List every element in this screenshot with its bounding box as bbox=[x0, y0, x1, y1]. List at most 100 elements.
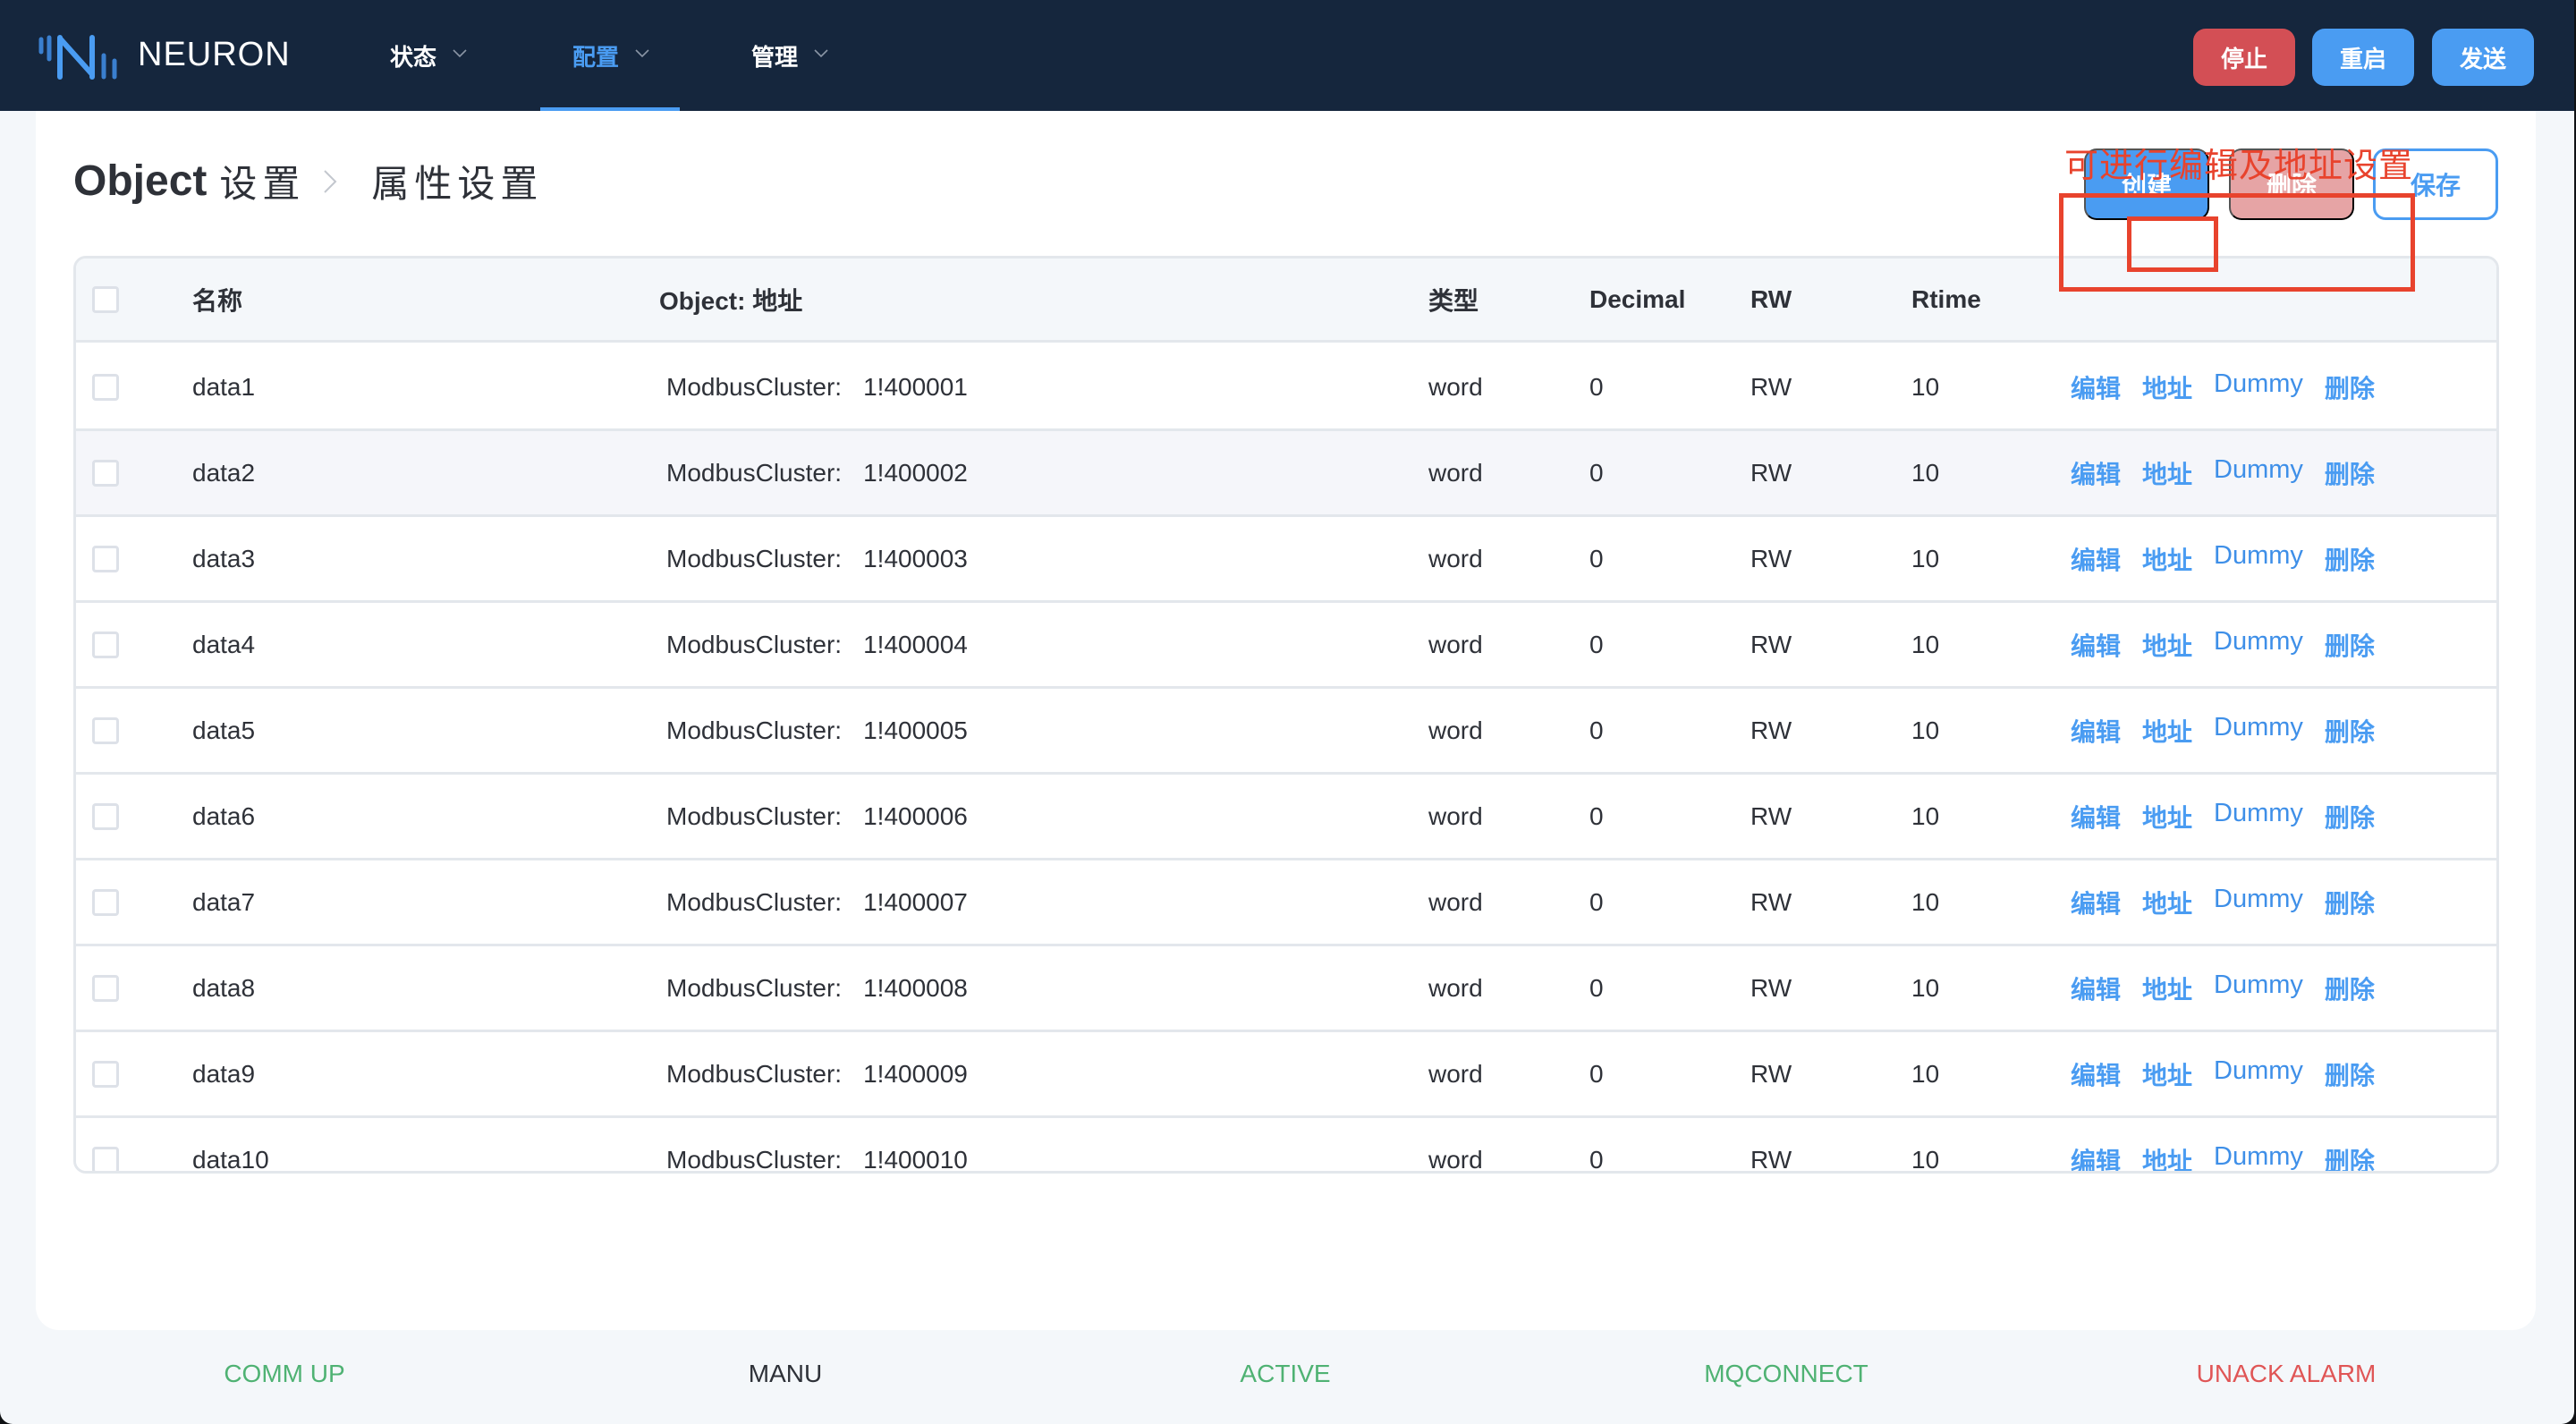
nav-status-label: 状态 bbox=[390, 44, 437, 72]
cell-rtime: 10 bbox=[1911, 801, 1940, 830]
edit-link[interactable]: 编辑 bbox=[2071, 455, 2121, 491]
cell-rtime: 10 bbox=[1911, 372, 1940, 401]
table-row[interactable]: data8 ModbusCluster: 1!400008 word 0 RW 10 编辑 地址… bbox=[76, 946, 2496, 1032]
cell-rtime: 10 bbox=[1911, 544, 1940, 572]
delete-link[interactable]: 删除 bbox=[2325, 455, 2375, 491]
breadcrumb-current: 属性设置 bbox=[371, 162, 544, 206]
table-row[interactable]: data7 ModbusCluster: 1!400007 word 0 RW 10 编辑 地址… bbox=[76, 860, 2496, 946]
delete-link[interactable]: 删除 bbox=[2325, 1056, 2375, 1092]
dummy-link[interactable]: Dummy bbox=[2214, 369, 2303, 405]
select-all-checkbox[interactable] bbox=[92, 285, 119, 313]
row-checkbox[interactable] bbox=[92, 974, 119, 1002]
cell-address: ModbusCluster: 1!400002 bbox=[666, 459, 968, 487]
edit-link[interactable]: 编辑 bbox=[2071, 541, 2121, 577]
cell-name: data5 bbox=[192, 716, 256, 744]
cell-type: word bbox=[1428, 973, 1483, 1002]
edit-link[interactable]: 编辑 bbox=[2071, 627, 2121, 663]
address-link[interactable]: 地址 bbox=[2142, 713, 2192, 749]
table-row[interactable]: data5 ModbusCluster: 1!400005 word 0 RW 10 编辑 地址… bbox=[76, 689, 2496, 775]
cell-address: ModbusCluster: 1!400008 bbox=[666, 974, 968, 1003]
row-checkbox[interactable] bbox=[92, 802, 119, 830]
edit-link[interactable]: 编辑 bbox=[2071, 1142, 2121, 1172]
chevron-down-icon bbox=[814, 49, 828, 62]
dummy-link[interactable]: Dummy bbox=[2214, 455, 2303, 491]
cell-rw: RW bbox=[1750, 801, 1792, 830]
row-checkbox[interactable] bbox=[92, 631, 119, 658]
cell-rw: RW bbox=[1750, 973, 1792, 1002]
cell-address: ModbusCluster: 1!400004 bbox=[666, 631, 968, 659]
table-row[interactable]: data9 ModbusCluster: 1!400009 word 0 RW 10 编辑 地址… bbox=[76, 1032, 2496, 1118]
dummy-link[interactable]: Dummy bbox=[2214, 1056, 2303, 1092]
address-link[interactable]: 地址 bbox=[2142, 369, 2192, 405]
cell-operations: 编辑 地址 Dummy 删除 bbox=[2071, 541, 2396, 577]
nav-manage[interactable]: 管理 bbox=[737, 0, 841, 111]
cell-operations: 编辑 地址 Dummy 删除 bbox=[2071, 455, 2396, 491]
cell-decimal: 0 bbox=[1589, 887, 1604, 916]
address-link[interactable]: 地址 bbox=[2142, 1142, 2192, 1172]
dummy-link[interactable]: Dummy bbox=[2214, 971, 2303, 1006]
neuron-logo-icon bbox=[38, 35, 117, 80]
row-checkbox[interactable] bbox=[92, 888, 119, 916]
table-row[interactable]: data6 ModbusCluster: 1!400006 word 0 RW 10 编辑 地址… bbox=[76, 775, 2496, 860]
edit-link[interactable]: 编辑 bbox=[2071, 885, 2121, 920]
address-prefix: ModbusCluster: bbox=[666, 372, 843, 401]
row-checkbox[interactable] bbox=[92, 1060, 119, 1088]
row-checkbox[interactable] bbox=[92, 459, 119, 487]
edit-link[interactable]: 编辑 bbox=[2071, 971, 2121, 1006]
dummy-link[interactable]: Dummy bbox=[2214, 1142, 2303, 1172]
address-link[interactable]: 地址 bbox=[2142, 455, 2192, 491]
delete-link[interactable]: 删除 bbox=[2325, 541, 2375, 577]
delete-link[interactable]: 删除 bbox=[2325, 1142, 2375, 1172]
delete-link[interactable]: 删除 bbox=[2325, 799, 2375, 835]
address-link[interactable]: 地址 bbox=[2142, 627, 2192, 663]
dummy-link[interactable]: Dummy bbox=[2214, 713, 2303, 749]
dummy-link[interactable]: Dummy bbox=[2214, 885, 2303, 920]
cell-name: data6 bbox=[192, 801, 256, 830]
dummy-link[interactable]: Dummy bbox=[2214, 541, 2303, 577]
breadcrumb: Object 设置 属性设置 bbox=[73, 154, 543, 208]
send-button[interactable]: 发送 bbox=[2432, 29, 2534, 86]
delete-link[interactable]: 删除 bbox=[2325, 627, 2375, 663]
address-link[interactable]: 地址 bbox=[2142, 541, 2192, 577]
edit-link[interactable]: 编辑 bbox=[2071, 1056, 2121, 1092]
main-nav: 状态 配置 管理 bbox=[376, 0, 966, 111]
address-link[interactable]: 地址 bbox=[2142, 885, 2192, 920]
cell-rw: RW bbox=[1750, 458, 1792, 487]
edit-link[interactable]: 编辑 bbox=[2071, 799, 2121, 835]
delete-link[interactable]: 删除 bbox=[2325, 369, 2375, 405]
row-checkbox[interactable] bbox=[92, 1146, 119, 1171]
table-row[interactable]: data3 ModbusCluster: 1!400003 word 0 RW 10 编辑 地址… bbox=[76, 517, 2496, 603]
nav-status[interactable]: 状态 bbox=[376, 0, 479, 111]
cell-operations: 编辑 地址 Dummy 删除 bbox=[2071, 971, 2396, 1006]
delete-link[interactable]: 删除 bbox=[2325, 971, 2375, 1006]
nav-config[interactable]: 配置 bbox=[540, 0, 681, 111]
address-link[interactable]: 地址 bbox=[2142, 971, 2192, 1006]
edit-link[interactable]: 编辑 bbox=[2071, 369, 2121, 405]
row-checkbox[interactable] bbox=[92, 716, 119, 744]
col-type: 类型 bbox=[1428, 286, 1479, 315]
address-link[interactable]: 地址 bbox=[2142, 1056, 2192, 1092]
table-row[interactable]: data10 ModbusCluster: 1!400010 word 0 RW 10 编辑地… bbox=[76, 1118, 2496, 1172]
stop-button[interactable]: 停止 bbox=[2193, 29, 2295, 86]
table-row[interactable]: data1 ModbusCluster: 1!400001 word 0 RW 10 编辑 地址… bbox=[76, 345, 2496, 431]
cell-type: word bbox=[1428, 630, 1483, 658]
delete-link[interactable]: 删除 bbox=[2325, 713, 2375, 749]
restart-button[interactable]: 重启 bbox=[2312, 29, 2414, 86]
table-row[interactable]: data2 ModbusCluster: 1!400002 word 0 RW 10 编辑 地址… bbox=[76, 431, 2496, 517]
address-value: 1!400008 bbox=[863, 973, 968, 1002]
address-prefix: ModbusCluster: bbox=[666, 458, 843, 487]
cell-operations: 编辑 地址 Dummy 删除 bbox=[2071, 369, 2396, 405]
cell-operations: 编辑 地址 Dummy 删除 bbox=[2071, 627, 2396, 663]
delete-link[interactable]: 删除 bbox=[2325, 885, 2375, 920]
cell-rtime: 10 bbox=[1911, 887, 1940, 916]
breadcrumb-parent[interactable]: 设置 bbox=[219, 154, 305, 208]
address-link[interactable]: 地址 bbox=[2142, 799, 2192, 835]
dummy-link[interactable]: Dummy bbox=[2214, 799, 2303, 835]
row-checkbox[interactable] bbox=[92, 545, 119, 572]
edit-link[interactable]: 编辑 bbox=[2071, 713, 2121, 749]
table-row[interactable]: data4 ModbusCluster: 1!400004 word 0 RW 10 编辑 地址… bbox=[76, 603, 2496, 689]
row-checkbox[interactable] bbox=[92, 373, 119, 401]
cell-name: data3 bbox=[192, 544, 256, 572]
dummy-link[interactable]: Dummy bbox=[2214, 627, 2303, 663]
cell-rtime: 10 bbox=[1911, 716, 1940, 744]
